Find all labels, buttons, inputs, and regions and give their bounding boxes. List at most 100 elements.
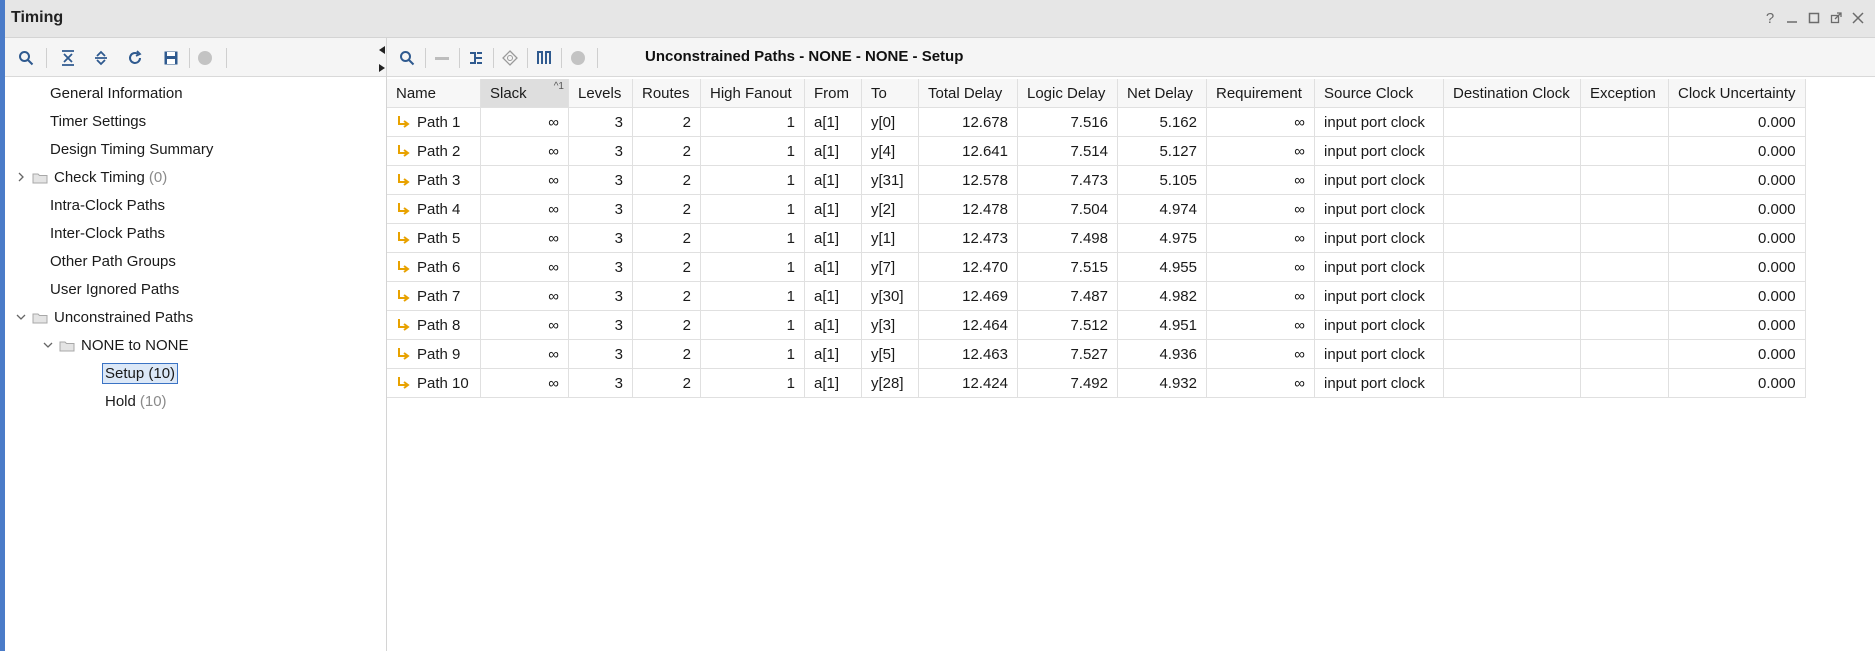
tree-item-inter-clock-paths[interactable]: Inter-Clock Paths <box>50 221 165 245</box>
column-header-source-clock[interactable]: Source Clock <box>1314 79 1444 108</box>
cell-high-fanout[interactable]: 1 <box>700 281 805 311</box>
cell-high-fanout[interactable]: 1 <box>700 368 805 398</box>
cell-routes[interactable]: 2 <box>632 310 701 340</box>
cell-exception[interactable] <box>1580 136 1669 166</box>
tree-item-user-ignored-paths[interactable]: User Ignored Paths <box>50 277 179 301</box>
cell-requirement[interactable]: ∞ <box>1206 136 1315 166</box>
cell-high-fanout[interactable]: 1 <box>700 194 805 224</box>
table-row[interactable]: Path 9 ∞ 3 2 1 a[1] y[5] 12.463 7.527 4.936 ∞ input… <box>387 339 1806 369</box>
cell-total-delay[interactable]: 12.578 <box>918 165 1018 195</box>
cell-routes[interactable]: 2 <box>632 223 701 253</box>
cell-to[interactable]: y[0] <box>861 107 919 137</box>
cell-from[interactable]: a[1] <box>804 223 862 253</box>
collapse-all-icon[interactable] <box>57 47 79 69</box>
cell-net-delay[interactable]: 4.936 <box>1117 339 1207 369</box>
cell-exception[interactable] <box>1580 107 1669 137</box>
cell-slack[interactable]: ∞ <box>480 281 569 311</box>
cell-to[interactable]: y[31] <box>861 165 919 195</box>
cell-total-delay[interactable]: 12.463 <box>918 339 1018 369</box>
cell-exception[interactable] <box>1580 310 1669 340</box>
cell-destination-clock[interactable] <box>1443 136 1581 166</box>
cell-from[interactable]: a[1] <box>804 194 862 224</box>
cell-source-clock[interactable]: input port clock <box>1314 194 1444 224</box>
cell-clock-uncertainty[interactable]: 0.000 <box>1668 252 1806 282</box>
cell-requirement[interactable]: ∞ <box>1206 339 1315 369</box>
cell-high-fanout[interactable]: 1 <box>700 165 805 195</box>
cell-total-delay[interactable]: 12.424 <box>918 368 1018 398</box>
cell-name[interactable]: Path 3 <box>387 165 481 195</box>
table-row[interactable]: Path 4 ∞ 3 2 1 a[1] y[2] 12.478 7.504 4.974 ∞ input… <box>387 194 1806 224</box>
table-row[interactable]: Path 8 ∞ 3 2 1 a[1] y[3] 12.464 7.512 4.951 ∞ input… <box>387 310 1806 340</box>
table-row[interactable]: Path 6 ∞ 3 2 1 a[1] y[7] 12.470 7.515 4.955 ∞ input… <box>387 252 1806 282</box>
tree-item-timer-settings[interactable]: Timer Settings <box>50 109 146 133</box>
cell-exception[interactable] <box>1580 368 1669 398</box>
cell-high-fanout[interactable]: 1 <box>700 339 805 369</box>
cell-destination-clock[interactable] <box>1443 310 1581 340</box>
cell-logic-delay[interactable]: 7.473 <box>1017 165 1118 195</box>
cell-slack[interactable]: ∞ <box>480 194 569 224</box>
cell-destination-clock[interactable] <box>1443 165 1581 195</box>
cell-levels[interactable]: 3 <box>568 136 633 166</box>
column-header-exception[interactable]: Exception <box>1580 79 1669 108</box>
cell-source-clock[interactable]: input port clock <box>1314 310 1444 340</box>
cell-net-delay[interactable]: 4.974 <box>1117 194 1207 224</box>
cell-net-delay[interactable]: 5.162 <box>1117 107 1207 137</box>
cell-routes[interactable]: 2 <box>632 252 701 282</box>
chevron-down-icon[interactable] <box>14 310 28 324</box>
cell-slack[interactable]: ∞ <box>480 339 569 369</box>
cell-routes[interactable]: 2 <box>632 165 701 195</box>
tree-item-general-information[interactable]: General Information <box>50 81 183 105</box>
column-header-levels[interactable]: Levels <box>568 79 633 108</box>
column-header-requirement[interactable]: Requirement <box>1206 79 1315 108</box>
cell-total-delay[interactable]: 12.469 <box>918 281 1018 311</box>
cell-levels[interactable]: 3 <box>568 310 633 340</box>
cell-high-fanout[interactable]: 1 <box>700 252 805 282</box>
cell-to[interactable]: y[28] <box>861 368 919 398</box>
cell-requirement[interactable]: ∞ <box>1206 252 1315 282</box>
cell-name[interactable]: Path 4 <box>387 194 481 224</box>
cell-slack[interactable]: ∞ <box>480 310 569 340</box>
column-header-net-delay[interactable]: Net Delay <box>1117 79 1207 108</box>
save-icon[interactable] <box>160 47 182 69</box>
cell-levels[interactable]: 3 <box>568 223 633 253</box>
cell-routes[interactable]: 2 <box>632 281 701 311</box>
splitter-arrows-icon[interactable] <box>378 46 386 72</box>
cell-levels[interactable]: 3 <box>568 281 633 311</box>
cell-requirement[interactable]: ∞ <box>1206 194 1315 224</box>
cell-to[interactable]: y[2] <box>861 194 919 224</box>
cell-logic-delay[interactable]: 7.527 <box>1017 339 1118 369</box>
tree-item-setup[interactable]: Setup (10) <box>102 361 179 385</box>
cell-total-delay[interactable]: 12.473 <box>918 223 1018 253</box>
cell-exception[interactable] <box>1580 252 1669 282</box>
cell-destination-clock[interactable] <box>1443 107 1581 137</box>
cell-exception[interactable] <box>1580 165 1669 195</box>
search-icon[interactable] <box>15 47 37 69</box>
cell-logic-delay[interactable]: 7.504 <box>1017 194 1118 224</box>
cell-exception[interactable] <box>1580 339 1669 369</box>
cell-requirement[interactable]: ∞ <box>1206 165 1315 195</box>
cell-requirement[interactable]: ∞ <box>1206 310 1315 340</box>
table-row[interactable]: Path 3 ∞ 3 2 1 a[1] y[31] 12.578 7.473 5.105 ∞ inpu… <box>387 165 1806 195</box>
cell-from[interactable]: a[1] <box>804 339 862 369</box>
cell-requirement[interactable]: ∞ <box>1206 223 1315 253</box>
cell-logic-delay[interactable]: 7.514 <box>1017 136 1118 166</box>
cell-total-delay[interactable]: 12.464 <box>918 310 1018 340</box>
cell-logic-delay[interactable]: 7.515 <box>1017 252 1118 282</box>
search-icon[interactable] <box>396 47 418 69</box>
cell-clock-uncertainty[interactable]: 0.000 <box>1668 194 1806 224</box>
cell-clock-uncertainty[interactable]: 0.000 <box>1668 136 1806 166</box>
cell-routes[interactable]: 2 <box>632 136 701 166</box>
chevron-right-icon[interactable] <box>14 170 28 184</box>
cell-clock-uncertainty[interactable]: 0.000 <box>1668 165 1806 195</box>
cell-levels[interactable]: 3 <box>568 252 633 282</box>
cell-exception[interactable] <box>1580 223 1669 253</box>
cell-name[interactable]: Path 10 <box>387 368 481 398</box>
restore-icon[interactable] <box>1807 9 1821 27</box>
cell-name[interactable]: Path 9 <box>387 339 481 369</box>
cell-clock-uncertainty[interactable]: 0.000 <box>1668 339 1806 369</box>
cell-source-clock[interactable]: input port clock <box>1314 107 1444 137</box>
cell-destination-clock[interactable] <box>1443 339 1581 369</box>
column-header-to[interactable]: To <box>861 79 919 108</box>
cell-name[interactable]: Path 6 <box>387 252 481 282</box>
table-row[interactable]: Path 2 ∞ 3 2 1 a[1] y[4] 12.641 7.514 5.127 ∞ input… <box>387 136 1806 166</box>
